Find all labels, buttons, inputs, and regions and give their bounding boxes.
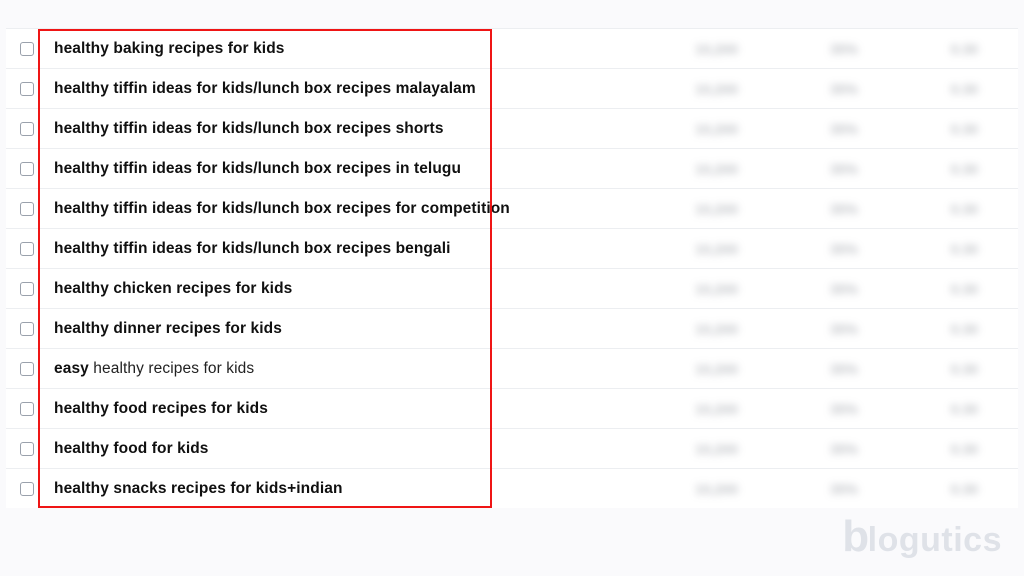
- row-checkbox[interactable]: [20, 322, 34, 336]
- metric-blurred: 0.30: [928, 481, 978, 497]
- watermark-prefix: b: [842, 512, 869, 562]
- keyword-text[interactable]: healthy snacks recipes for kids+indian: [54, 480, 574, 498]
- metric-blurred: 0.30: [928, 41, 978, 57]
- metric-blurred: 35%: [808, 41, 858, 57]
- keyword-row: easy healthy recipes for kids 10,200 35% 0.…: [6, 348, 1018, 388]
- keyword-row: healthy tiffin ideas for kids/lunch box …: [6, 108, 1018, 148]
- row-metrics: 10,200 35% 0.30: [574, 401, 1018, 417]
- metric-blurred: 10,200: [668, 361, 738, 377]
- metric-blurred: 0.30: [928, 241, 978, 257]
- keyword-text[interactable]: healthy tiffin ideas for kids/lunch box …: [54, 160, 574, 178]
- row-metrics: 10,200 35% 0.30: [574, 441, 1018, 457]
- keyword-text[interactable]: healthy baking recipes for kids: [54, 40, 574, 58]
- row-metrics: 10,200 35% 0.30: [574, 321, 1018, 337]
- keyword-row: healthy tiffin ideas for kids/lunch box …: [6, 188, 1018, 228]
- metric-blurred: 0.30: [928, 321, 978, 337]
- metric-blurred: 0.30: [928, 121, 978, 137]
- keyword-row: healthy baking recipes for kids 10,200 35%…: [6, 28, 1018, 68]
- row-metrics: 10,200 35% 0.30: [574, 161, 1018, 177]
- keyword-table: healthy baking recipes for kids 10,200 35%…: [6, 28, 1018, 508]
- row-checkbox[interactable]: [20, 442, 34, 456]
- keyword-row: healthy snacks recipes for kids+indian10…: [6, 468, 1018, 508]
- metric-blurred: 0.30: [928, 401, 978, 417]
- row-metrics: 10,200 35% 0.30: [574, 361, 1018, 377]
- row-metrics: 10,200 35% 0.30: [574, 41, 1018, 57]
- metric-blurred: 0.30: [928, 441, 978, 457]
- metric-blurred: 35%: [808, 441, 858, 457]
- keyword-text[interactable]: easy healthy recipes for kids: [54, 360, 574, 378]
- row-checkbox[interactable]: [20, 122, 34, 136]
- keyword-text[interactable]: healthy tiffin ideas for kids/lunch box …: [54, 240, 574, 258]
- row-metrics: 10,200 35% 0.30: [574, 281, 1018, 297]
- row-checkbox[interactable]: [20, 202, 34, 216]
- row-metrics: 10,200 35% 0.30: [574, 81, 1018, 97]
- metric-blurred: 0.30: [928, 81, 978, 97]
- row-checkbox[interactable]: [20, 162, 34, 176]
- metric-blurred: 10,200: [668, 401, 738, 417]
- metric-blurred: 10,200: [668, 161, 738, 177]
- metric-blurred: 35%: [808, 361, 858, 377]
- row-checkbox[interactable]: [20, 482, 34, 496]
- metric-blurred: 10,200: [668, 321, 738, 337]
- watermark-rest: logutics: [868, 521, 1002, 560]
- metric-blurred: 10,200: [668, 201, 738, 217]
- metric-blurred: 10,200: [668, 81, 738, 97]
- metric-blurred: 35%: [808, 281, 858, 297]
- row-metrics: 10,200 35% 0.30: [574, 201, 1018, 217]
- keyword-row: healthy tiffin ideas for kids/lunch box …: [6, 228, 1018, 268]
- metric-blurred: 10,200: [668, 281, 738, 297]
- keyword-text[interactable]: healthy tiffin ideas for kids/lunch box …: [54, 200, 574, 218]
- metric-blurred: 35%: [808, 481, 858, 497]
- metric-blurred: 10,200: [668, 121, 738, 137]
- metric-blurred: 35%: [808, 241, 858, 257]
- keyword-text[interactable]: healthy tiffin ideas for kids/lunch box …: [54, 120, 574, 138]
- metric-blurred: 10,200: [668, 241, 738, 257]
- metric-blurred: 35%: [808, 121, 858, 137]
- metric-blurred: 35%: [808, 401, 858, 417]
- keyword-row: healthy food recipes for kids 10,200 35% 0.…: [6, 388, 1018, 428]
- keyword-row: healthy chicken recipes for kids 10,200 35…: [6, 268, 1018, 308]
- keyword-text[interactable]: healthy food recipes for kids: [54, 400, 574, 418]
- metric-blurred: 0.30: [928, 281, 978, 297]
- row-metrics: 10,200 35% 0.30: [574, 481, 1018, 497]
- keyword-text[interactable]: healthy food for kids: [54, 440, 574, 458]
- metric-blurred: 10,200: [668, 441, 738, 457]
- metric-blurred: 10,200: [668, 481, 738, 497]
- row-checkbox[interactable]: [20, 402, 34, 416]
- row-checkbox[interactable]: [20, 242, 34, 256]
- metric-blurred: 35%: [808, 321, 858, 337]
- row-checkbox[interactable]: [20, 82, 34, 96]
- row-metrics: 10,200 35% 0.30: [574, 241, 1018, 257]
- keyword-text[interactable]: healthy tiffin ideas for kids/lunch box …: [54, 80, 574, 98]
- keyword-text[interactable]: healthy dinner recipes for kids: [54, 320, 574, 338]
- row-checkbox[interactable]: [20, 282, 34, 296]
- metric-blurred: 0.30: [928, 161, 978, 177]
- metric-blurred: 35%: [808, 81, 858, 97]
- row-metrics: 10,200 35% 0.30: [574, 121, 1018, 137]
- row-checkbox[interactable]: [20, 362, 34, 376]
- metric-blurred: 35%: [808, 161, 858, 177]
- keyword-row: healthy food for kids 10,200 35% 0.30: [6, 428, 1018, 468]
- keyword-row: healthy tiffin ideas for kids/lunch box …: [6, 148, 1018, 188]
- metric-blurred: 0.30: [928, 201, 978, 217]
- keyword-text[interactable]: healthy chicken recipes for kids: [54, 280, 574, 298]
- watermark: b logutics: [842, 512, 1002, 562]
- metric-blurred: 10,200: [668, 41, 738, 57]
- metric-blurred: 35%: [808, 201, 858, 217]
- row-checkbox[interactable]: [20, 42, 34, 56]
- keyword-row: healthy tiffin ideas for kids/lunch box …: [6, 68, 1018, 108]
- metric-blurred: 0.30: [928, 361, 978, 377]
- keyword-row: healthy dinner recipes for kids 10,200 35%…: [6, 308, 1018, 348]
